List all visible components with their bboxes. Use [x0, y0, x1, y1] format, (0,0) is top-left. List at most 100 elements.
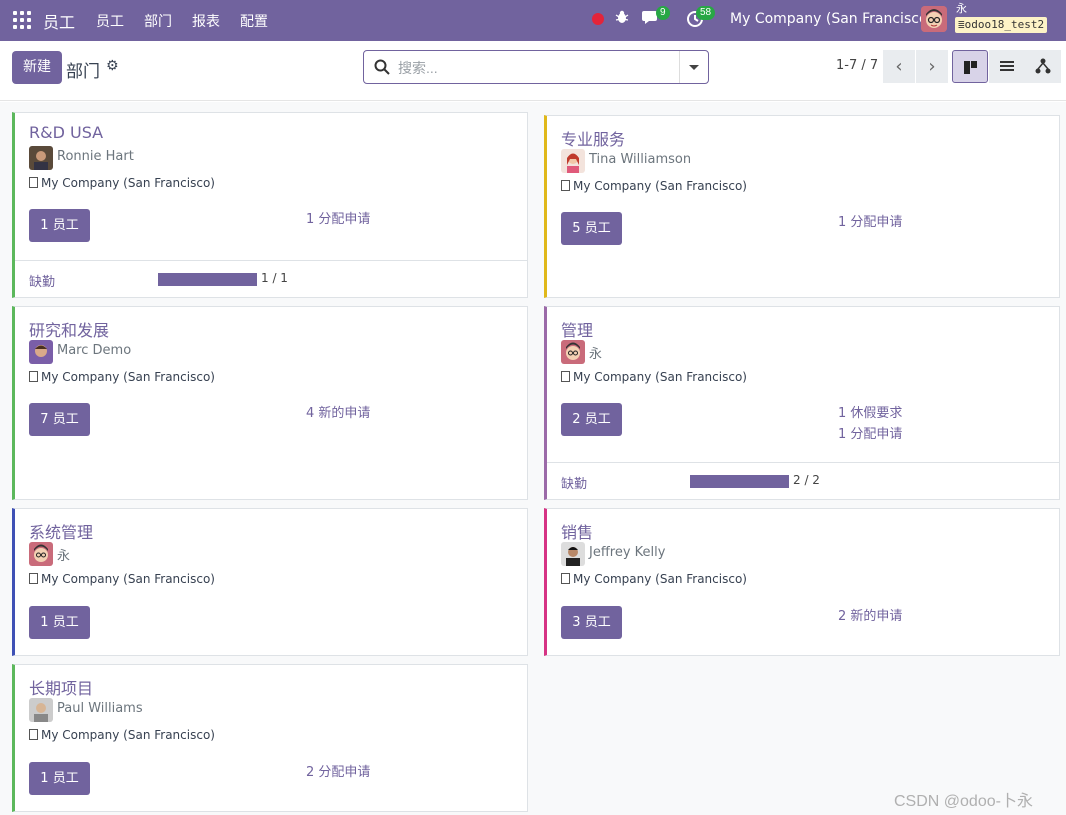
manager-name: Ronnie Hart — [57, 149, 134, 164]
user-name[interactable]: 永 — [956, 2, 967, 15]
absence-label[interactable]: 缺勤 — [561, 473, 587, 492]
company-switcher[interactable]: My Company (San Francisco) — [730, 11, 933, 27]
activity-count-badge: 58 — [696, 6, 716, 20]
search-options-toggle[interactable] — [679, 51, 708, 83]
page-title: 部门 — [66, 62, 100, 82]
company-label: My Company (San Francisco) — [41, 370, 215, 384]
building-icon — [561, 573, 570, 584]
user-avatar[interactable] — [921, 6, 947, 32]
app-brand[interactable]: 员工 — [43, 9, 75, 33]
manager-avatar — [561, 340, 585, 364]
department-card[interactable]: 专业服务 Tina Williamson My Company (San Fra… — [544, 115, 1060, 298]
manager-avatar — [29, 340, 53, 364]
pager-next-button[interactable]: › — [916, 50, 948, 83]
messages-count-badge: 9 — [656, 6, 670, 20]
department-name[interactable]: 系统管理 — [29, 519, 93, 543]
hierarchy-icon — [1035, 58, 1051, 74]
department-card[interactable]: 管理 永 My Company (San Francisco) 2 员工 1 休… — [544, 306, 1060, 500]
employees-button[interactable]: 1 员工 — [29, 209, 90, 242]
request-link[interactable]: 1 休假要求 — [838, 403, 902, 424]
search-input[interactable] — [398, 57, 668, 79]
database-icon: ≣ — [958, 18, 965, 31]
manager-name: Jeffrey Kelly — [589, 545, 666, 560]
request-link[interactable]: 4 新的申请 — [306, 403, 370, 424]
kanban-view-button[interactable] — [952, 50, 988, 83]
database-label: odoo18_test2 — [964, 18, 1045, 31]
absence-label[interactable]: 缺勤 — [29, 271, 55, 290]
employees-button[interactable]: 7 员工 — [29, 403, 90, 436]
new-button[interactable]: 新建 — [12, 51, 62, 84]
department-card[interactable]: 系统管理 永 My Company (San Francisco) 1 员工 — [12, 508, 528, 656]
manager-avatar — [29, 698, 53, 722]
company-label: My Company (San Francisco) — [573, 179, 747, 193]
company-name: My Company (San Francisco) — [29, 176, 215, 190]
building-icon — [561, 371, 570, 382]
absence-progress-bar — [158, 273, 257, 286]
building-icon — [29, 177, 38, 188]
manager-name: 永 — [589, 347, 603, 362]
employees-button[interactable]: 3 员工 — [561, 606, 622, 639]
hierarchy-view-button[interactable] — [1025, 50, 1061, 83]
apps-menu-icon[interactable] — [13, 11, 31, 29]
recording-dot-icon[interactable] — [592, 13, 604, 25]
menu-configuration[interactable]: 配置 — [240, 11, 268, 31]
company-label: My Company (San Francisco) — [41, 728, 215, 742]
menu-reports[interactable]: 报表 — [192, 11, 220, 31]
company-label: My Company (San Francisco) — [573, 572, 747, 586]
department-name[interactable]: 专业服务 — [561, 126, 625, 150]
top-navbar: 员工 员工 部门 报表 配置 9 58 My Company (San Fran… — [0, 0, 1066, 41]
department-name[interactable]: R&D USA — [29, 123, 103, 142]
company-name: My Company (San Francisco) — [29, 728, 215, 742]
request-link[interactable]: 1 分配申请 — [306, 209, 370, 230]
employees-button[interactable]: 2 员工 — [561, 403, 622, 436]
manager-avatar — [561, 149, 585, 173]
request-link[interactable]: 1 分配申请 — [838, 212, 902, 233]
company-label: My Company (San Francisco) — [41, 176, 215, 190]
company-label: My Company (San Francisco) — [41, 572, 215, 586]
department-card[interactable]: R&D USA Ronnie Hart My Company (San Fran… — [12, 112, 528, 298]
building-icon — [561, 180, 570, 191]
watermark: CSDN @odoo-卜永 — [894, 793, 1033, 810]
pager-value[interactable]: 1-7 / 7 — [836, 58, 878, 73]
department-card[interactable]: 研究和发展 Marc Demo My Company (San Francisc… — [12, 306, 528, 500]
building-icon — [29, 573, 38, 584]
request-link[interactable]: 1 分配申请 — [838, 424, 902, 445]
manager-name: Marc Demo — [57, 343, 132, 358]
absence-progress-fill — [158, 273, 257, 286]
employees-button[interactable]: 5 员工 — [561, 212, 622, 245]
company-name: My Company (San Francisco) — [561, 370, 747, 384]
company-name: My Company (San Francisco) — [29, 572, 215, 586]
department-name[interactable]: 研究和发展 — [29, 317, 109, 341]
list-view-button[interactable] — [989, 50, 1025, 83]
company-name: My Company (San Francisco) — [29, 370, 215, 384]
manager-name: 永 — [57, 549, 71, 564]
pager-previous-button[interactable]: ‹ — [883, 50, 915, 83]
search-bar — [363, 50, 709, 84]
debug-bug-icon[interactable] — [615, 10, 629, 28]
department-card[interactable]: 长期项目 Paul Williams My Company (San Franc… — [12, 664, 528, 812]
absence-row: 缺勤 1 / 1 — [15, 260, 527, 297]
request-link[interactable]: 2 分配申请 — [306, 762, 370, 783]
employees-button[interactable]: 1 员工 — [29, 606, 90, 639]
menu-employees[interactable]: 员工 — [96, 11, 124, 31]
menu-departments[interactable]: 部门 — [144, 11, 172, 31]
absence-progress-bar — [690, 475, 789, 488]
department-name[interactable]: 长期项目 — [29, 675, 93, 699]
gear-icon[interactable]: ⚙ — [106, 58, 119, 74]
request-link[interactable]: 2 新的申请 — [838, 606, 902, 627]
search-icon — [374, 59, 390, 75]
company-label: My Company (San Francisco) — [573, 370, 747, 384]
employees-button[interactable]: 1 员工 — [29, 762, 90, 795]
absence-row: 缺勤 2 / 2 — [547, 462, 1059, 499]
company-name: My Company (San Francisco) — [561, 179, 747, 193]
manager-avatar — [29, 146, 53, 170]
department-name[interactable]: 销售 — [561, 519, 593, 543]
database-name: ≣odoo18_test2 — [955, 17, 1048, 33]
department-card[interactable]: 销售 Jeffrey Kelly My Company (San Francis… — [544, 508, 1060, 656]
manager-avatar — [561, 542, 585, 566]
manager-name: Tina Williamson — [589, 152, 692, 167]
building-icon — [29, 729, 38, 740]
manager-avatar — [29, 542, 53, 566]
department-name[interactable]: 管理 — [561, 317, 593, 341]
list-icon — [1000, 61, 1014, 71]
